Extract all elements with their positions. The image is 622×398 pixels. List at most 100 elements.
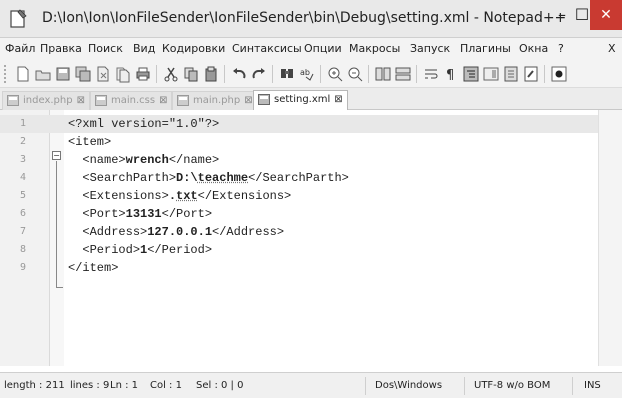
file-icon bbox=[258, 94, 270, 105]
xml-tag: <Period> bbox=[82, 243, 141, 257]
print-icon[interactable] bbox=[134, 65, 152, 83]
status-insert-mode[interactable]: INS bbox=[584, 380, 601, 391]
zoom-in-icon[interactable] bbox=[326, 65, 344, 83]
folder-workspace-icon[interactable] bbox=[522, 65, 540, 83]
toolbar-grip bbox=[4, 65, 8, 83]
code-text: <?xml version="1.0"?> bbox=[68, 115, 219, 133]
xml-value: D:\ bbox=[176, 171, 198, 185]
xml-tag: </item> bbox=[68, 261, 119, 275]
line-number: 2 bbox=[19, 136, 27, 147]
close-button[interactable]: ✕ bbox=[590, 0, 622, 30]
menu-syntax[interactable]: Синтаксисы bbox=[232, 42, 302, 55]
status-sel: Sel : 0 | 0 bbox=[196, 380, 244, 391]
line-number: 8 bbox=[19, 244, 27, 255]
xml-tag: <name> bbox=[82, 153, 126, 167]
tab-setting-xml[interactable]: setting.xml ⊠ bbox=[253, 90, 348, 110]
status-ln: Ln : 1 bbox=[110, 380, 138, 391]
menu-search[interactable]: Поиск bbox=[88, 42, 123, 55]
show-all-chars-icon[interactable]: ¶ bbox=[442, 65, 460, 83]
sync-horizontal-icon[interactable] bbox=[394, 65, 412, 83]
menu-file[interactable]: Файл bbox=[5, 42, 35, 55]
menu-macros[interactable]: Макросы bbox=[349, 42, 400, 55]
save-icon[interactable] bbox=[54, 65, 72, 83]
doc-map-icon[interactable] bbox=[482, 65, 500, 83]
close-all-icon[interactable] bbox=[114, 65, 132, 83]
code-text: <Period>1</Period> bbox=[68, 241, 212, 259]
xml-value: 13131 bbox=[125, 207, 162, 221]
function-list-icon[interactable] bbox=[502, 65, 520, 83]
paste-icon[interactable] bbox=[202, 65, 220, 83]
cut-icon[interactable] bbox=[162, 65, 180, 83]
tab-close-icon[interactable]: ⊠ bbox=[77, 95, 85, 106]
code-line[interactable]: 8 <Period>1</Period> bbox=[0, 241, 598, 259]
save-all-icon[interactable] bbox=[74, 65, 92, 83]
zoom-out-icon[interactable] bbox=[346, 65, 364, 83]
xml-tag: </Port> bbox=[161, 207, 213, 221]
code-text: <name>wrench</name> bbox=[68, 151, 219, 169]
file-icon bbox=[177, 95, 189, 106]
xml-tag: <SearchParth> bbox=[82, 171, 177, 185]
status-encoding[interactable]: UTF-8 w/o BOM bbox=[474, 380, 550, 391]
find-icon[interactable] bbox=[278, 65, 296, 83]
code-line[interactable]: 5 <Extensions>.txt</Extensions> bbox=[0, 187, 598, 205]
xml-tag: </Address> bbox=[212, 225, 285, 239]
xml-tag: </name> bbox=[168, 153, 220, 167]
tab-close-icon[interactable]: ⊠ bbox=[159, 95, 167, 106]
sync-vertical-icon[interactable] bbox=[374, 65, 392, 83]
status-bar: length : 211 lines : 9 Ln : 1 Col : 1 Se… bbox=[0, 372, 622, 398]
editor-right-margin bbox=[598, 110, 622, 366]
menu-edit[interactable]: Правка bbox=[40, 42, 82, 55]
tab-index-php[interactable]: index.php ⊠ bbox=[2, 91, 90, 110]
menu-encoding[interactable]: Кодировки bbox=[162, 42, 225, 55]
open-file-icon[interactable] bbox=[34, 65, 52, 83]
xml-tag: </SearchParth> bbox=[248, 171, 349, 185]
xml-tag: </Period> bbox=[147, 243, 213, 257]
line-number: 7 bbox=[19, 226, 27, 237]
menu-options[interactable]: Опции bbox=[304, 42, 342, 55]
word-wrap-icon[interactable] bbox=[422, 65, 440, 83]
tab-close-icon[interactable]: ⊠ bbox=[334, 94, 342, 105]
code-line[interactable]: 1 <?xml version="1.0"?> bbox=[0, 115, 598, 133]
xml-tag: </Extensions> bbox=[197, 189, 292, 203]
code-line[interactable]: 7 <Address>127.0.0.1</Address> bbox=[0, 223, 598, 241]
redo-icon[interactable] bbox=[250, 65, 268, 83]
new-file-icon[interactable] bbox=[14, 65, 32, 83]
menu-plugins[interactable]: Плагины bbox=[460, 42, 511, 55]
menu-view[interactable]: Вид bbox=[133, 42, 155, 55]
file-icon bbox=[95, 95, 107, 106]
tab-main-php[interactable]: main.php ⊠ bbox=[172, 91, 258, 110]
title-bar: D:\Ion\Ion\IonFileSender\IonFileSender\b… bbox=[0, 0, 622, 38]
copy-icon[interactable] bbox=[182, 65, 200, 83]
code-text: <Address>127.0.0.1</Address> bbox=[68, 223, 284, 241]
fold-collapse-icon[interactable]: − bbox=[52, 151, 61, 160]
xml-tag: <Port> bbox=[82, 207, 126, 221]
code-line[interactable]: 3 <name>wrench</name> bbox=[0, 151, 598, 169]
line-number: 6 bbox=[19, 208, 27, 219]
menu-windows[interactable]: Окна bbox=[519, 42, 548, 55]
editor-area[interactable]: 1 <?xml version="1.0"?> 2 <item> 3 <name>wre… bbox=[0, 110, 622, 366]
replace-icon[interactable]: ab bbox=[298, 65, 316, 83]
close-file-icon[interactable] bbox=[94, 65, 112, 83]
status-col: Col : 1 bbox=[150, 380, 182, 391]
menu-close-doc[interactable]: X bbox=[608, 42, 616, 55]
code-line[interactable]: 4 <SearchParth>D:\teachme</SearchParth> bbox=[0, 169, 598, 187]
tab-close-icon[interactable]: ⊠ bbox=[244, 95, 252, 106]
code-line[interactable]: 6 <Port>13131</Port> bbox=[0, 205, 598, 223]
menu-help[interactable]: ? bbox=[558, 42, 564, 55]
tab-label: main.css bbox=[111, 95, 156, 106]
code-line[interactable]: 2 <item> bbox=[0, 133, 598, 151]
code-line[interactable]: 9 </item> bbox=[0, 259, 598, 277]
menu-run[interactable]: Запуск bbox=[410, 42, 450, 55]
undo-icon[interactable] bbox=[230, 65, 248, 83]
toolbar: ab ¶ bbox=[0, 60, 622, 88]
status-eol[interactable]: Dos\Windows bbox=[375, 380, 442, 391]
xml-tag: <?xml version="1.0"?> bbox=[68, 117, 220, 131]
tab-main-css[interactable]: main.css ⊠ bbox=[90, 91, 173, 110]
record-macro-icon[interactable] bbox=[550, 65, 568, 83]
indent-guide-icon[interactable] bbox=[462, 65, 480, 83]
notepadpp-icon bbox=[10, 9, 28, 29]
